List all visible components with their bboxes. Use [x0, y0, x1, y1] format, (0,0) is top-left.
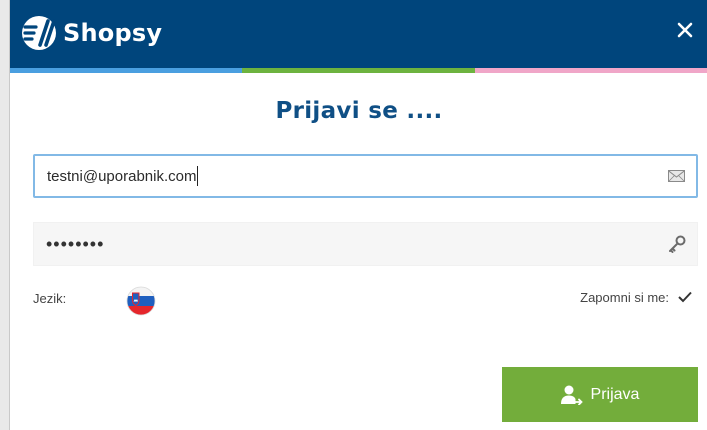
password-field[interactable]: [33, 222, 698, 266]
brand-name: Shopsy: [63, 19, 163, 47]
header-color-stripe: [10, 68, 707, 73]
user-login-icon: [560, 385, 583, 405]
stripe-green: [242, 68, 475, 73]
email-field[interactable]: [33, 154, 698, 198]
login-dialog: Shopsy Prijavi se .... testni@uporabnik.…: [9, 0, 707, 430]
remember-me-checkbox[interactable]: [677, 289, 693, 305]
language-selector[interactable]: [126, 286, 156, 316]
envelope-icon: [666, 166, 686, 186]
login-button[interactable]: Prijava: [502, 367, 698, 422]
checkmark-icon: [678, 291, 692, 303]
shopsy-logo-icon: [22, 16, 56, 50]
dialog-header: Shopsy: [10, 0, 707, 68]
language-label: Jezik:: [33, 291, 67, 306]
close-button[interactable]: [671, 16, 699, 44]
slovenia-flag-icon: [126, 286, 156, 316]
email-input[interactable]: [47, 156, 647, 196]
brand-logo: Shopsy: [21, 15, 162, 51]
stripe-pink: [474, 68, 707, 73]
login-title: Prijavi se ....: [275, 98, 443, 124]
password-input[interactable]: [46, 223, 646, 265]
login-button-label: Prijava: [590, 385, 640, 403]
stripe-blue: [10, 68, 243, 73]
remember-me-toggle[interactable]: Zapomni si me:: [580, 289, 693, 305]
close-icon: [677, 22, 693, 38]
remember-me-label: Zapomni si me:: [580, 289, 669, 305]
text-caret: [197, 166, 199, 186]
key-icon: [667, 234, 687, 254]
